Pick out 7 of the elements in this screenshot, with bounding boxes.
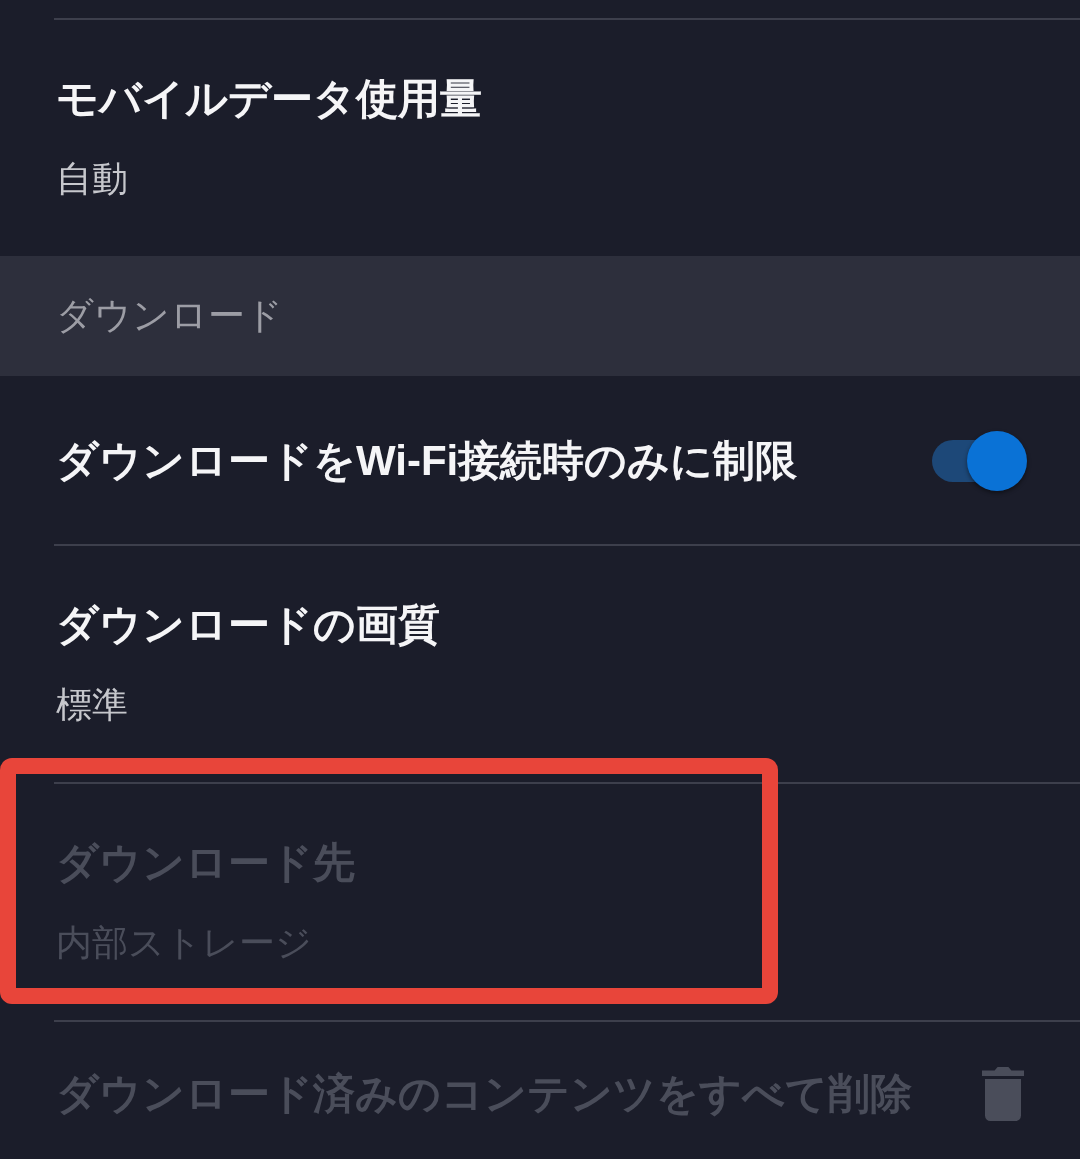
- setting-title: ダウンロードの画質: [56, 600, 440, 650]
- setting-value: 自動: [56, 157, 128, 200]
- setting-title: モバイルデータ使用量: [56, 74, 482, 124]
- setting-value: 標準: [56, 683, 128, 726]
- section-header: ダウンロード: [0, 256, 1080, 376]
- toggle-switch[interactable]: [932, 430, 1028, 492]
- setting-title: ダウンロードをWi-Fi接続時のみに制限: [56, 436, 798, 486]
